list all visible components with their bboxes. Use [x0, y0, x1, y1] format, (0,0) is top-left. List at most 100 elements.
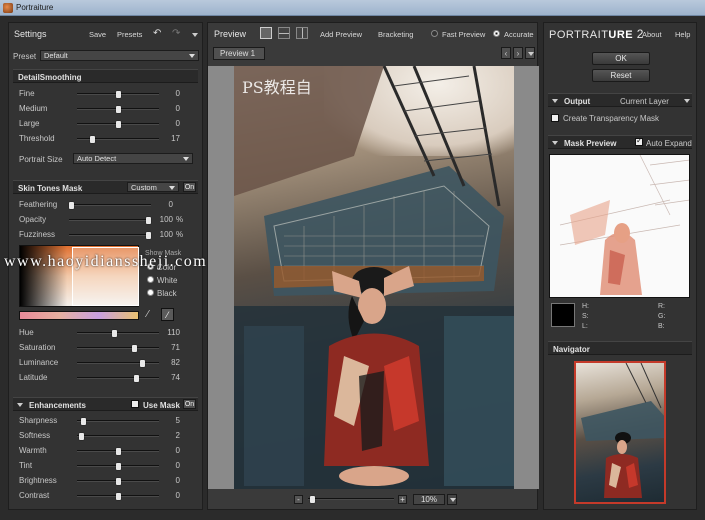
use-mask-checkbox[interactable]: [131, 400, 139, 408]
saturation-value[interactable]: 71: [164, 343, 180, 352]
add-preview-button[interactable]: Add Preview: [320, 30, 362, 39]
opacity-slider[interactable]: [69, 217, 151, 224]
fast-preview-radio[interactable]: [431, 30, 438, 37]
zoom-out-button[interactable]: -: [294, 495, 303, 504]
navigator-thumbnail[interactable]: [574, 361, 666, 504]
fuzziness-slider[interactable]: [69, 232, 151, 239]
split-vertical-icon[interactable]: [296, 27, 308, 39]
brightness-slider-thumb[interactable]: [115, 478, 121, 485]
threshold-value[interactable]: 17: [164, 134, 180, 143]
hue-slider-thumb[interactable]: [111, 330, 117, 337]
zoom-slider[interactable]: [308, 496, 394, 503]
zoom-level-field[interactable]: 10%: [413, 494, 445, 505]
skin-mode-dropdown[interactable]: Custom: [127, 182, 179, 192]
saturation-slider-thumb[interactable]: [131, 345, 137, 352]
reset-button[interactable]: Reset: [592, 69, 650, 82]
mask-white-radio[interactable]: [147, 276, 154, 283]
help-button[interactable]: Help: [675, 30, 690, 39]
zoom-slider-thumb[interactable]: [310, 496, 315, 503]
tab-preview-1[interactable]: Preview 1: [213, 47, 265, 60]
bracketing-button[interactable]: Bracketing: [378, 30, 413, 39]
large-label: Large: [19, 119, 40, 128]
warmth-slider[interactable]: [77, 448, 159, 455]
large-slider-thumb[interactable]: [115, 121, 121, 128]
contrast-slider[interactable]: [77, 493, 159, 500]
softness-slider[interactable]: [77, 433, 159, 440]
fine-slider-thumb[interactable]: [115, 91, 121, 98]
sharpness-slider[interactable]: [77, 418, 159, 425]
large-slider[interactable]: [77, 121, 159, 128]
fine-slider[interactable]: [77, 91, 159, 98]
tint-slider[interactable]: [77, 463, 159, 470]
about-button[interactable]: About: [642, 30, 662, 39]
eyedropper-plus-icon[interactable]: ⁄: [161, 308, 174, 321]
portrait-size-dropdown[interactable]: Auto Detect: [73, 153, 193, 164]
hue-slider[interactable]: [77, 330, 159, 337]
saturation-slider[interactable]: [77, 345, 159, 352]
fuzziness-value[interactable]: 100: [157, 230, 173, 239]
presets-button[interactable]: Presets: [117, 30, 142, 39]
fine-label: Fine: [19, 89, 35, 98]
latitude-value[interactable]: 74: [164, 373, 180, 382]
auto-expand-checkbox[interactable]: ✓: [635, 136, 643, 146]
mask-black-radio[interactable]: [147, 289, 154, 296]
ok-button[interactable]: OK: [592, 52, 650, 65]
single-view-icon[interactable]: [260, 27, 272, 39]
split-horizontal-icon[interactable]: [278, 27, 290, 39]
collapse-triangle-icon[interactable]: [552, 99, 558, 103]
collapse-triangle-icon[interactable]: [552, 141, 558, 145]
softness-value[interactable]: 2: [164, 431, 180, 440]
luminance-slider[interactable]: [77, 360, 159, 367]
tint-value[interactable]: 0: [164, 461, 180, 470]
sharpness-slider-thumb[interactable]: [80, 418, 86, 425]
fuzziness-slider-thumb[interactable]: [146, 232, 151, 239]
medium-slider-thumb[interactable]: [115, 106, 121, 113]
tab-menu-icon[interactable]: [525, 47, 535, 59]
tint-slider-thumb[interactable]: [115, 463, 121, 470]
medium-value[interactable]: 0: [164, 104, 180, 113]
large-value[interactable]: 0: [164, 119, 180, 128]
feathering-slider[interactable]: [69, 202, 151, 209]
feathering-slider-thumb[interactable]: [69, 202, 74, 209]
sharpness-value[interactable]: 5: [164, 416, 180, 425]
zoom-in-button[interactable]: +: [398, 495, 407, 504]
warmth-value[interactable]: 0: [164, 446, 180, 455]
zoom-dropdown-icon[interactable]: [447, 494, 457, 505]
preset-label: Preset: [13, 52, 37, 61]
eyedropper-icon[interactable]: ⁄: [147, 309, 149, 320]
redo-icon[interactable]: ↷: [172, 28, 180, 39]
preview-image[interactable]: PS教程自: [234, 66, 514, 489]
skin-mask-on-toggle[interactable]: On: [183, 182, 196, 192]
luminance-slider-thumb[interactable]: [140, 360, 146, 367]
collapse-triangle-icon[interactable]: [17, 403, 23, 407]
undo-icon[interactable]: ↶: [153, 28, 161, 39]
luminance-value[interactable]: 82: [164, 358, 180, 367]
next-tab-icon[interactable]: ›: [513, 47, 523, 59]
softness-slider-thumb[interactable]: [78, 433, 84, 440]
prev-tab-icon[interactable]: ‹: [501, 47, 511, 59]
latitude-slider-thumb[interactable]: [133, 375, 139, 382]
feathering-value[interactable]: 0: [157, 200, 173, 209]
threshold-slider[interactable]: [77, 136, 159, 143]
transparency-mask-checkbox[interactable]: [551, 114, 559, 122]
mask-preview-image: [549, 154, 690, 298]
save-button[interactable]: Save: [89, 30, 106, 39]
brightness-slider[interactable]: [77, 478, 159, 485]
opacity-value[interactable]: 100: [157, 215, 173, 224]
hue-value[interactable]: 110: [164, 328, 180, 337]
menu-chevron-icon[interactable]: [192, 33, 198, 37]
warmth-slider-thumb[interactable]: [115, 448, 121, 455]
brightness-value[interactable]: 0: [164, 476, 180, 485]
accurate-radio[interactable]: [493, 30, 500, 37]
latitude-slider[interactable]: [77, 375, 159, 382]
chevron-down-icon[interactable]: [684, 99, 690, 103]
fine-value[interactable]: 0: [164, 89, 180, 98]
preset-dropdown[interactable]: Default: [40, 50, 199, 61]
enhancements-on-toggle[interactable]: On: [183, 399, 196, 409]
opacity-slider-thumb[interactable]: [146, 217, 151, 224]
contrast-slider-thumb[interactable]: [115, 493, 121, 500]
contrast-value[interactable]: 0: [164, 491, 180, 500]
medium-slider[interactable]: [77, 106, 159, 113]
output-target-dropdown[interactable]: Current Layer: [620, 97, 669, 106]
threshold-slider-thumb[interactable]: [90, 136, 96, 143]
